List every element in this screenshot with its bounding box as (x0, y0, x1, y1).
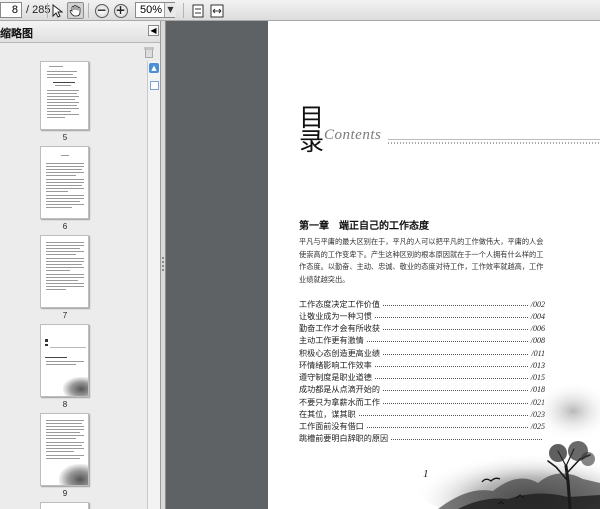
toc-entry-title: 主动工作更有激情 (299, 335, 364, 346)
select-cursor-icon[interactable] (49, 2, 66, 19)
toc-entry-title: 工作态度决定工作价值 (299, 298, 380, 309)
toc-entry[interactable]: 勤奋工作才会有所收获/006 (299, 323, 545, 335)
toolbar-separator (88, 3, 89, 18)
sidebar-header: 缩略图 ◀ (0, 21, 160, 43)
toc-heading-english: Contents (324, 127, 382, 143)
ink-landscape-illustration (413, 381, 600, 509)
toc-entry[interactable]: 积极心态创造更高业绩/011 (299, 347, 545, 359)
toc-entry-title: 环情绪影响工作效率 (299, 359, 372, 370)
toc-entry-title: 跳槽前要明白辞职的原因 (299, 433, 389, 444)
thumbnail-label: 7 (62, 311, 68, 320)
toc-entry-title: 不要只为拿薪水而工作 (299, 396, 380, 407)
page-thumbnail[interactable] (40, 324, 89, 397)
thumbnail-label: 5 (62, 133, 68, 142)
thumbnail-label: 8 (62, 400, 68, 409)
page-thumbnail[interactable] (40, 235, 89, 308)
fit-width-icon[interactable] (208, 2, 225, 19)
toc-entry-title: 积极心态创造更高业绩 (299, 347, 380, 358)
page-number: 1 (423, 468, 429, 480)
bird-icon (481, 477, 501, 483)
toc-entry-title: 遵守制度是职业道德 (299, 372, 372, 382)
toc-entry-page: /011 (531, 348, 545, 358)
toc-heading-bottom: 录 (299, 127, 325, 156)
toc-entry[interactable]: 环情绪影响工作效率/013 (299, 359, 545, 371)
hand-tool-icon[interactable] (67, 2, 84, 19)
page-thumbnail[interactable] (40, 146, 89, 219)
toc-entry-page: /008 (530, 336, 545, 346)
page-number-input[interactable]: 8 (0, 2, 22, 18)
sidebar-title: 缩略图 (0, 27, 33, 40)
thumbnail-scrollbar[interactable]: ▲ (147, 61, 160, 509)
toc-leader-dots (366, 341, 528, 343)
heading-dotted-rule (388, 142, 600, 144)
sidebar-splitter[interactable] (161, 21, 166, 509)
chapter-intro: 平凡与平庸的最大区别在于，平凡的人可以把平凡的工作做伟大，平庸的人会使崇高的工作… (299, 237, 544, 284)
thumbnail-sidebar: 缩略图 ◀ 5 6 7 8 9 ▲ (0, 21, 161, 509)
toc-entry-page: /013 (530, 360, 545, 370)
toolbar-separator (47, 3, 48, 18)
toc-entry-title: 工作面前没有借口 (299, 421, 364, 431)
toolbar: 8 / 285 − + 50% ▼ (0, 0, 600, 21)
toc-entry-page: /006 (530, 324, 545, 333)
toc-leader-dots (374, 316, 528, 318)
zoom-dropdown-icon[interactable]: ▼ (164, 3, 176, 17)
page-thumbnail[interactable] (40, 61, 89, 130)
zoom-value: 50% (140, 4, 163, 16)
toc-leader-dots (382, 304, 528, 306)
page-thumbnail[interactable] (40, 502, 89, 509)
document-page: 目 录 Contents 第一章 端正自己的工作态度 平凡与平庸的最大区别在于，… (268, 21, 600, 509)
toc-entry-title: 在其位，谋其职 (299, 408, 356, 419)
toc-entry-page: /004 (530, 311, 545, 321)
toolbar-separator (183, 3, 184, 18)
toc-entry-title: 让敬业成为一种习惯 (299, 310, 372, 321)
thumbnail-label: 9 (62, 489, 68, 498)
toc-entry-page: /002 (530, 299, 545, 309)
thumbnail-options-icon[interactable] (150, 81, 159, 90)
zoom-in-icon[interactable]: + (112, 2, 129, 19)
chapter-title: 第一章 端正自己的工作态度 (299, 221, 429, 232)
heading-rule (388, 139, 600, 140)
toc-entry[interactable]: 让敬业成为一种习惯/004 (299, 310, 545, 322)
toc-entry[interactable]: 工作态度决定工作价值/002 (299, 298, 545, 310)
sidebar-collapse-icon[interactable]: ◀ (148, 25, 159, 36)
fit-page-icon[interactable] (189, 2, 206, 19)
toc-leader-dots (374, 365, 528, 367)
trash-icon[interactable] (144, 46, 154, 58)
toc-entry-title: 勤奋工作才会有所收获 (299, 323, 380, 333)
thumbnail-list[interactable]: 5 6 7 8 9 (0, 61, 147, 509)
page-thumbnail[interactable] (40, 413, 89, 486)
toc-entry[interactable]: 主动工作更有激情/008 (299, 335, 545, 347)
scroll-up-icon[interactable]: ▲ (149, 63, 159, 73)
zoom-out-icon[interactable]: − (93, 2, 110, 19)
toc-leader-dots (382, 353, 529, 355)
sidebar-tool-row (0, 43, 160, 61)
toc-entry-title: 成功都是从点滴开始的 (299, 384, 380, 395)
thumbnail-label: 6 (62, 222, 68, 231)
toc-leader-dots (382, 329, 528, 330)
